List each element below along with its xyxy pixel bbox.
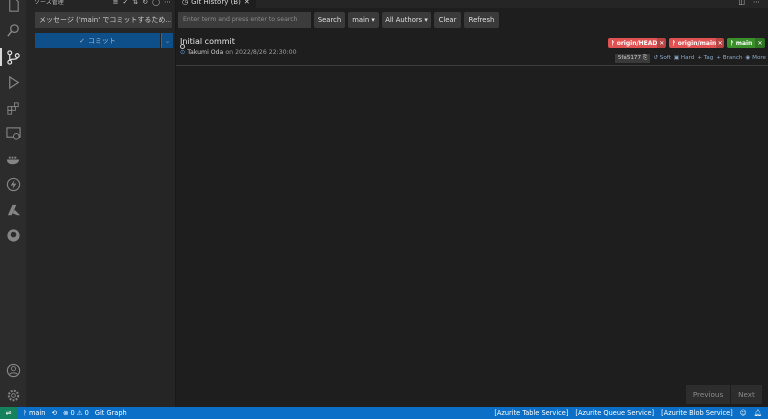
search-button[interactable]: Search <box>314 12 345 28</box>
feedback-icon[interactable]: ☺ <box>740 409 747 417</box>
search-icon[interactable] <box>5 22 21 38</box>
status-git-graph[interactable]: Git Graph <box>95 409 127 417</box>
more-actions-icon[interactable]: ⋯ <box>753 0 760 6</box>
refresh-button[interactable]: Refresh <box>464 12 499 28</box>
status-bar: ⇌ ᚹ main ⟲ ⊗ 0 ⚠ 0 Git Graph [Azurite Ta… <box>0 407 768 419</box>
more-action[interactable]: ◉ More <box>745 55 766 61</box>
commit-check-icon[interactable]: ✓ <box>123 0 129 6</box>
commit-actions: 5fa5177 ⎘ ↺ Soft ▣ Hard + Tag + Branch ◉… <box>614 53 766 63</box>
more-actions-icon[interactable]: ⋯ <box>164 0 171 6</box>
settings-gear-icon[interactable] <box>5 387 21 403</box>
azure-functions-icon[interactable] <box>5 176 21 192</box>
author-avatar-icon: ⊙ <box>180 49 186 56</box>
explorer-icon[interactable] <box>5 0 21 13</box>
sync-icon[interactable]: ⇅ <box>132 0 138 6</box>
remote-explorer-icon[interactable] <box>5 125 21 141</box>
refresh-icon[interactable]: ↻ <box>142 0 148 6</box>
remove-ref-icon[interactable]: ✕ <box>657 38 666 48</box>
ref-badge[interactable]: ᚹ main ✕ <box>727 38 765 48</box>
source-control-icon[interactable] <box>5 49 21 65</box>
clear-button[interactable]: Clear <box>434 12 461 28</box>
ref-name: origin/main <box>677 39 717 47</box>
split-editor-icon[interactable]: ◫ <box>738 0 745 6</box>
warning-icon: ⚠ <box>76 409 83 417</box>
active-indicator <box>0 48 2 66</box>
commit-date: 2022/8/26 22:30:00 <box>235 49 297 56</box>
commit-dropdown-button[interactable]: ⌄ <box>161 33 173 48</box>
commit-message-input[interactable]: メッセージ ('main' でコミットするため... <box>35 12 172 28</box>
action-label: Tag <box>703 55 714 61</box>
tag-action[interactable]: + Tag <box>697 55 713 61</box>
branch-select-label: main <box>352 16 370 24</box>
azure-icon[interactable] <box>5 202 21 218</box>
warning-count: 0 <box>84 409 89 417</box>
remove-ref-icon[interactable]: ✕ <box>755 38 765 48</box>
status-branch-label: main <box>28 409 46 417</box>
action-label: Branch <box>722 55 743 61</box>
editor-actions: ◫ ⋯ <box>738 0 760 6</box>
branch-icon: ᚹ <box>23 409 27 417</box>
editor-tab-bar: ◷ Git History (B) ✕ ◫ ⋯ <box>176 0 768 8</box>
stash-icon[interactable]: ◯ <box>152 0 160 6</box>
azurite-blob-service[interactable]: [Azurite Blob Service] <box>661 409 733 417</box>
commit-button-label: コミット <box>87 36 116 45</box>
view-as-tree-icon[interactable]: ≡ <box>113 0 119 6</box>
previous-button[interactable]: Previous <box>686 385 730 404</box>
commit-row[interactable]: Initial commit ⊙ Takumi Oda on 2022/8/26… <box>176 34 768 66</box>
ref-name: origin/HEAD <box>616 39 658 47</box>
soft-reset-action[interactable]: ↺ Soft <box>653 55 671 61</box>
ref-badge[interactable]: ᚹ origin/HEAD ✕ <box>608 38 666 48</box>
caret-down-icon: ▾ <box>371 16 375 24</box>
action-label: Hard <box>680 55 695 61</box>
extensions-icon[interactable] <box>5 100 21 116</box>
status-problems[interactable]: ⊗ 0 ⚠ 0 <box>63 409 89 417</box>
ref-name: main <box>735 39 753 47</box>
commit-hash-text: 5fa5177 <box>617 54 642 61</box>
status-right: [Azurite Table Service] [Azurite Queue S… <box>494 407 762 419</box>
remote-indicator-icon[interactable]: ⇌ <box>0 407 17 419</box>
branch-action[interactable]: + Branch <box>716 55 742 61</box>
on-label: on <box>225 49 234 56</box>
azurite-table-service[interactable]: [Azurite Table Service] <box>494 409 568 417</box>
hard-reset-action[interactable]: ▣ Hard <box>674 55 694 61</box>
branch-select[interactable]: main ▾ <box>348 12 379 28</box>
source-control-panel: ソース管理 ≡ ✓ ⇅ ↻ ◯ ⋯ メッセージ ('main' でコミットするた… <box>26 0 176 407</box>
close-tab-icon[interactable]: ✕ <box>244 0 250 8</box>
authors-select[interactable]: All Authors ▾ <box>382 12 431 28</box>
commit-meta: ⊙ Takumi Oda on 2022/8/26 22:30:00 <box>180 49 297 56</box>
github-icon[interactable] <box>5 227 21 243</box>
azurite-queue-service[interactable]: [Azurite Queue Service] <box>575 409 654 417</box>
status-sync-icon[interactable]: ⟲ <box>51 409 57 417</box>
action-label: More <box>752 55 766 61</box>
account-icon[interactable] <box>5 362 21 378</box>
chevron-down-icon: ⌄ <box>164 36 171 45</box>
tab-title: Git History (B) <box>191 0 241 6</box>
action-label: Soft <box>659 55 671 61</box>
status-branch[interactable]: ᚹ main <box>23 409 45 417</box>
notifications-bell-icon[interactable]: 🔔︎ <box>754 409 762 417</box>
activity-bar <box>0 0 26 407</box>
check-icon: ✓ <box>79 36 85 45</box>
error-icon: ⊗ <box>62 409 69 417</box>
commit-button[interactable]: ✓ コミット <box>35 33 160 48</box>
caret-down-icon: ▾ <box>424 16 428 24</box>
run-debug-icon[interactable] <box>5 74 21 90</box>
panel-toolbar: ≡ ✓ ⇅ ↻ ◯ ⋯ <box>113 0 171 6</box>
next-button[interactable]: Next <box>731 385 762 404</box>
ref-badge[interactable]: ᚹ origin/main ✕ <box>669 38 724 48</box>
commit-hash[interactable]: 5fa5177 ⎘ <box>614 53 651 63</box>
authors-select-label: All Authors <box>385 16 423 24</box>
remove-ref-icon[interactable]: ✕ <box>716 38 724 48</box>
commit-author[interactable]: Takumi Oda <box>187 49 223 56</box>
history-icon: ◷ <box>182 0 189 6</box>
error-count: 0 <box>70 409 75 417</box>
docker-icon[interactable] <box>5 151 21 167</box>
commit-message: Initial commit <box>180 37 235 46</box>
search-input[interactable]: Enter term and press enter to search <box>178 12 311 28</box>
tab-git-history[interactable]: ◷ Git History (B) ✕ <box>176 0 256 8</box>
